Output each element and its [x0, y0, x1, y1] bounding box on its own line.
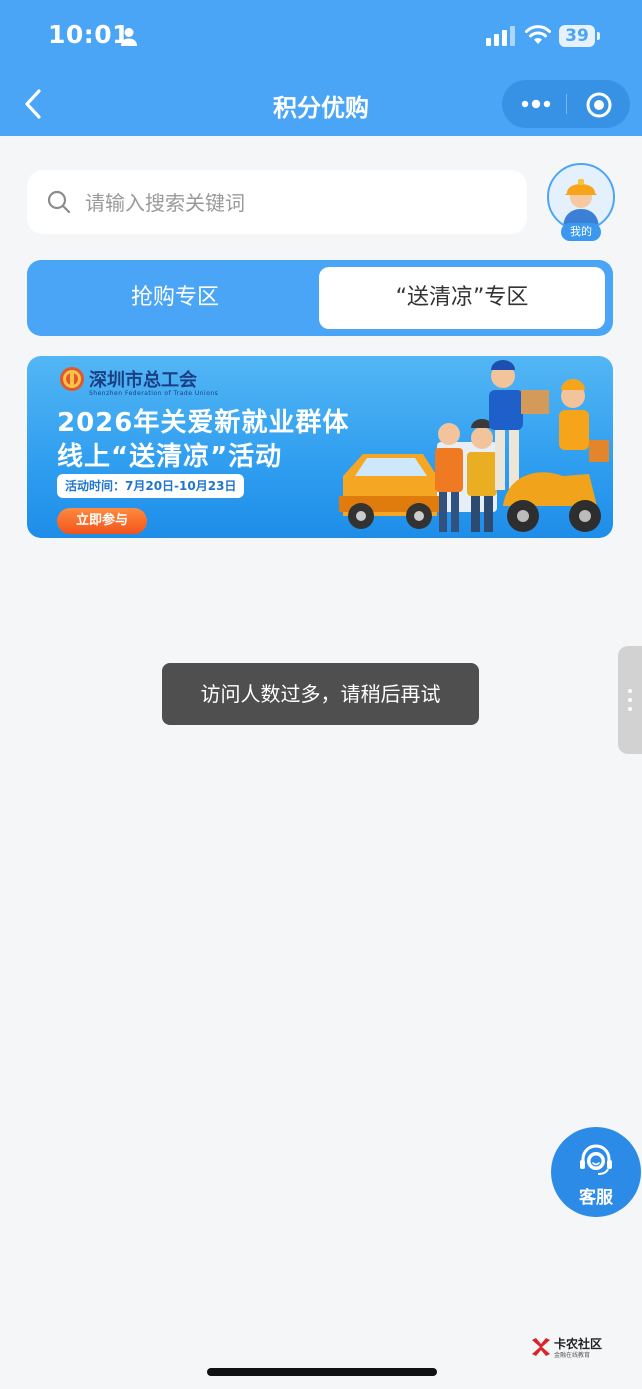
battery-indicator: 39 [559, 25, 600, 47]
banner-title-line2: 线上“送清凉”活动 [57, 442, 283, 472]
search-box [27, 170, 527, 236]
wifi-icon [525, 25, 551, 44]
headset-icon [580, 1144, 612, 1175]
close-target-icon[interactable] [586, 92, 612, 118]
tab-flash-sale[interactable]: 抢购专区 [31, 267, 319, 329]
vertical-dots-icon [628, 689, 632, 711]
my-profile-button[interactable]: 我的 [547, 163, 615, 243]
promo-banner[interactable]: 深圳市总工会 Shenzhen Federation of Trade Unio… [27, 356, 613, 538]
banner-title-line1: 2026年关爱新就业群体 [57, 408, 350, 438]
customer-service-label: 客服 [579, 1188, 613, 1208]
status-time: 10:01 [48, 20, 131, 49]
banner-org-en: Shenzhen Federation of Trade Unions [89, 390, 219, 397]
worker-avatar-icon [549, 165, 613, 229]
header-bar: 10:01 39 积分优购 [0, 0, 642, 136]
watermark: 卡农社区 金融在线教育 [530, 1335, 608, 1359]
mini-program-capsule [502, 80, 630, 128]
capsule-divider [566, 94, 567, 114]
join-now-button[interactable]: 立即参与 [57, 508, 147, 534]
tab-bar: 抢购专区 “送清凉”专区 [27, 260, 613, 336]
avatar [547, 163, 615, 231]
watermark-subtitle: 金融在线教育 [554, 1352, 591, 1359]
customer-service-button[interactable]: 客服 [551, 1127, 641, 1217]
more-dots-icon[interactable] [520, 94, 552, 114]
banner-org-name: 深圳市总工会 [89, 370, 197, 391]
search-input[interactable] [83, 170, 507, 236]
signal-icon [486, 26, 515, 46]
toast-message: 访问人数过多，请稍后再试 [162, 663, 479, 725]
banner-date: 活动时间：7月20日-10月23日 [57, 474, 245, 498]
watermark-logo-icon [532, 1338, 550, 1356]
home-indicator [207, 1368, 437, 1376]
person-icon [121, 28, 137, 46]
union-logo-icon [60, 367, 84, 391]
my-badge: 我的 [561, 223, 601, 241]
side-drawer-handle[interactable] [618, 646, 642, 754]
delivery-workers-illustration [339, 360, 609, 532]
search-icon [47, 190, 71, 214]
tab-cooling-zone[interactable]: “送清凉”专区 [319, 267, 605, 329]
